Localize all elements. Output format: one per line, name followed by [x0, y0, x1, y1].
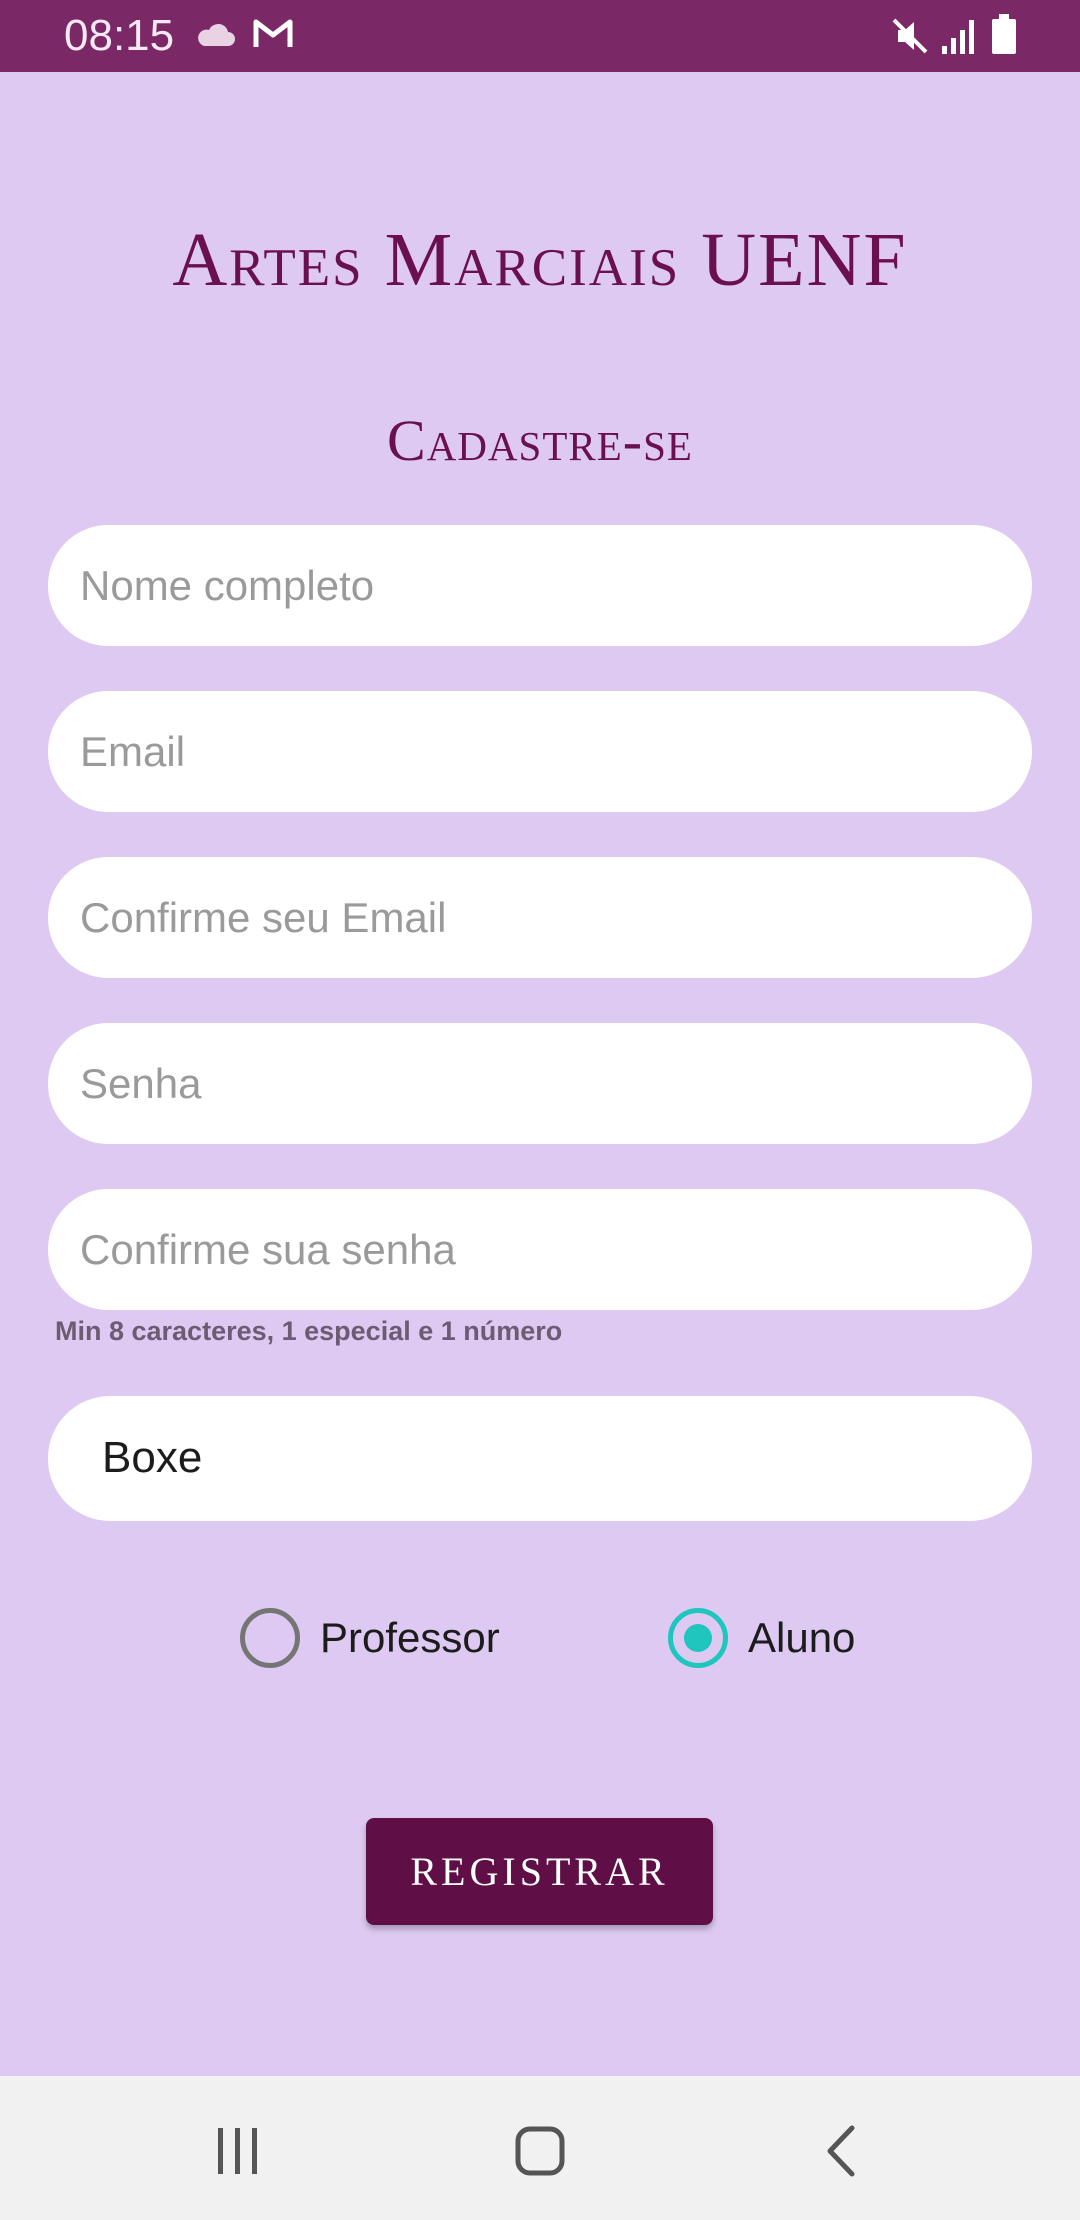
signal-icon	[940, 16, 980, 61]
recents-icon[interactable]	[214, 2128, 262, 2179]
mail-icon	[252, 17, 294, 56]
cloud-icon	[194, 20, 236, 55]
back-icon[interactable]	[822, 2124, 858, 2183]
confirm-password-field[interactable]	[48, 1189, 1032, 1310]
mute-icon	[890, 16, 930, 61]
radio-professor-label: Professor	[320, 1614, 500, 1661]
radio-aluno[interactable]: Aluno	[668, 1606, 888, 1670]
home-icon[interactable]	[515, 2126, 565, 2181]
navigation-bar	[0, 2076, 1080, 2220]
full-name-field[interactable]	[48, 525, 1032, 646]
battery-icon	[990, 14, 1018, 61]
register-button[interactable]: REGISTRAR	[366, 1818, 713, 1925]
email-field[interactable]	[48, 691, 1032, 812]
status-bar: 08:15	[0, 0, 1080, 72]
page-subtitle: Cadastre-se	[387, 408, 693, 473]
radio-aluno-circle[interactable]	[668, 1608, 728, 1668]
status-time: 08:15	[64, 11, 175, 60]
radio-professor[interactable]: Professor	[240, 1606, 530, 1670]
radio-professor-circle[interactable]	[240, 1608, 300, 1668]
confirm-email-field[interactable]	[48, 857, 1032, 978]
modality-selected-value: Boxe	[102, 1433, 203, 1482]
password-field[interactable]	[48, 1023, 1032, 1144]
radio-selected-dot	[684, 1624, 712, 1652]
password-hint: Min 8 caracteres, 1 especial e 1 número	[55, 1316, 563, 1346]
radio-aluno-label: Aluno	[748, 1614, 856, 1661]
app-title: Artes Marciais UENF	[172, 218, 908, 302]
modality-select[interactable]: Boxe	[48, 1396, 1032, 1521]
